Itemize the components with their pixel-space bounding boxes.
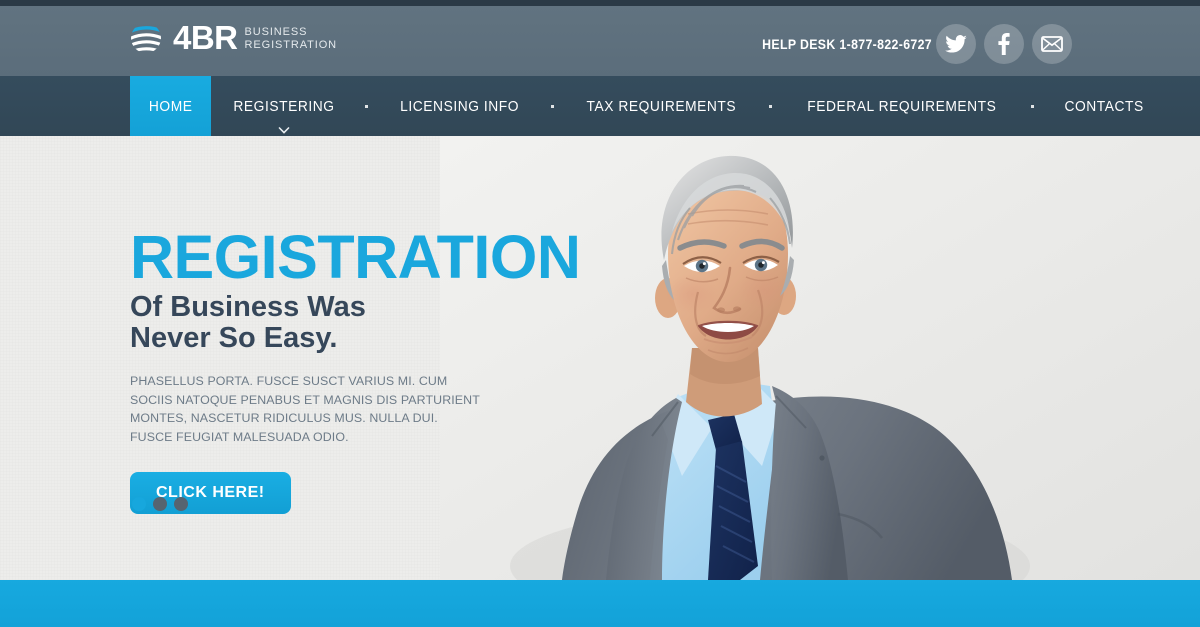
logo-tagline-line1: BUSINESS [244,26,308,38]
site-logo[interactable]: 4BR BUSINESS REGISTRATION [128,20,337,56]
nav-item-tax-requirements[interactable]: TAX REQUIREMENTS [562,76,761,136]
site-header: 4BR BUSINESS REGISTRATION HELP DESK 1-87… [0,6,1200,76]
envelope-icon [1041,36,1063,52]
nav-item-registering[interactable]: REGISTERING [211,76,357,136]
help-desk: HELP DESK 1-877-822-6727 [762,36,932,52]
slider-dot-3[interactable] [174,497,188,511]
nav-label-licensing-info: LICENSING INFO [400,97,520,115]
nav-label-home: HOME [148,97,193,115]
nav-separator [1023,76,1043,136]
help-desk-label: HELP DESK [762,36,836,52]
slider-dot-2[interactable] [153,497,167,511]
social-link-twitter[interactable] [936,24,976,64]
nav-separator [542,76,562,136]
hero-slider: REGISTRATION Of Business Was Never So Ea… [0,136,1200,580]
social-links [936,24,1072,64]
bottom-accent-band [0,580,1200,627]
slider-pagination [132,497,188,511]
facebook-icon [998,33,1010,55]
nav-item-licensing-info[interactable]: LICENSING INFO [377,76,542,136]
page-root: 4BR BUSINESS REGISTRATION HELP DESK 1-87… [0,0,1200,627]
nav-item-home[interactable]: HOME [130,76,211,136]
nav-item-contacts[interactable]: CONTACTS [1043,76,1165,136]
chevron-down-icon [278,121,290,134]
hero-photo-businessman [440,136,1200,580]
logo-wordmark: 4BR [173,19,238,56]
hero-paragraph: PHASELLUS PORTA. FUSCE SUSCT VARIUS MI. … [130,374,480,444]
nav-item-federal-requirements[interactable]: FEDERAL REQUIREMENTS [781,76,1023,136]
hero-subtitle-line1: Of Business Was [130,291,366,323]
hero-copy: REGISTRATION Of Business Was Never So Ea… [130,223,581,514]
nav-separator [761,76,781,136]
main-navigation: HOME REGISTERING LICENSING INFO TAX REQU… [0,76,1200,136]
globe-swirl-icon [128,20,164,56]
social-link-facebook[interactable] [984,24,1024,64]
hero-title: REGISTRATION [130,223,581,291]
nav-separator [357,76,377,136]
nav-label-registering: REGISTERING [233,97,335,115]
twitter-icon [945,35,967,53]
nav-label-contacts: CONTACTS [1063,97,1144,115]
hero-subtitle-line2: Never So Easy. [130,322,338,354]
nav-label-federal-requirements: FEDERAL REQUIREMENTS [807,97,997,115]
help-desk-phone[interactable]: 1-877-822-6727 [839,36,932,52]
nav-label-tax-requirements: TAX REQUIREMENTS [586,97,737,115]
social-link-email[interactable] [1032,24,1072,64]
logo-tagline-line2: REGISTRATION [244,39,338,51]
slider-dot-1[interactable] [132,497,146,511]
